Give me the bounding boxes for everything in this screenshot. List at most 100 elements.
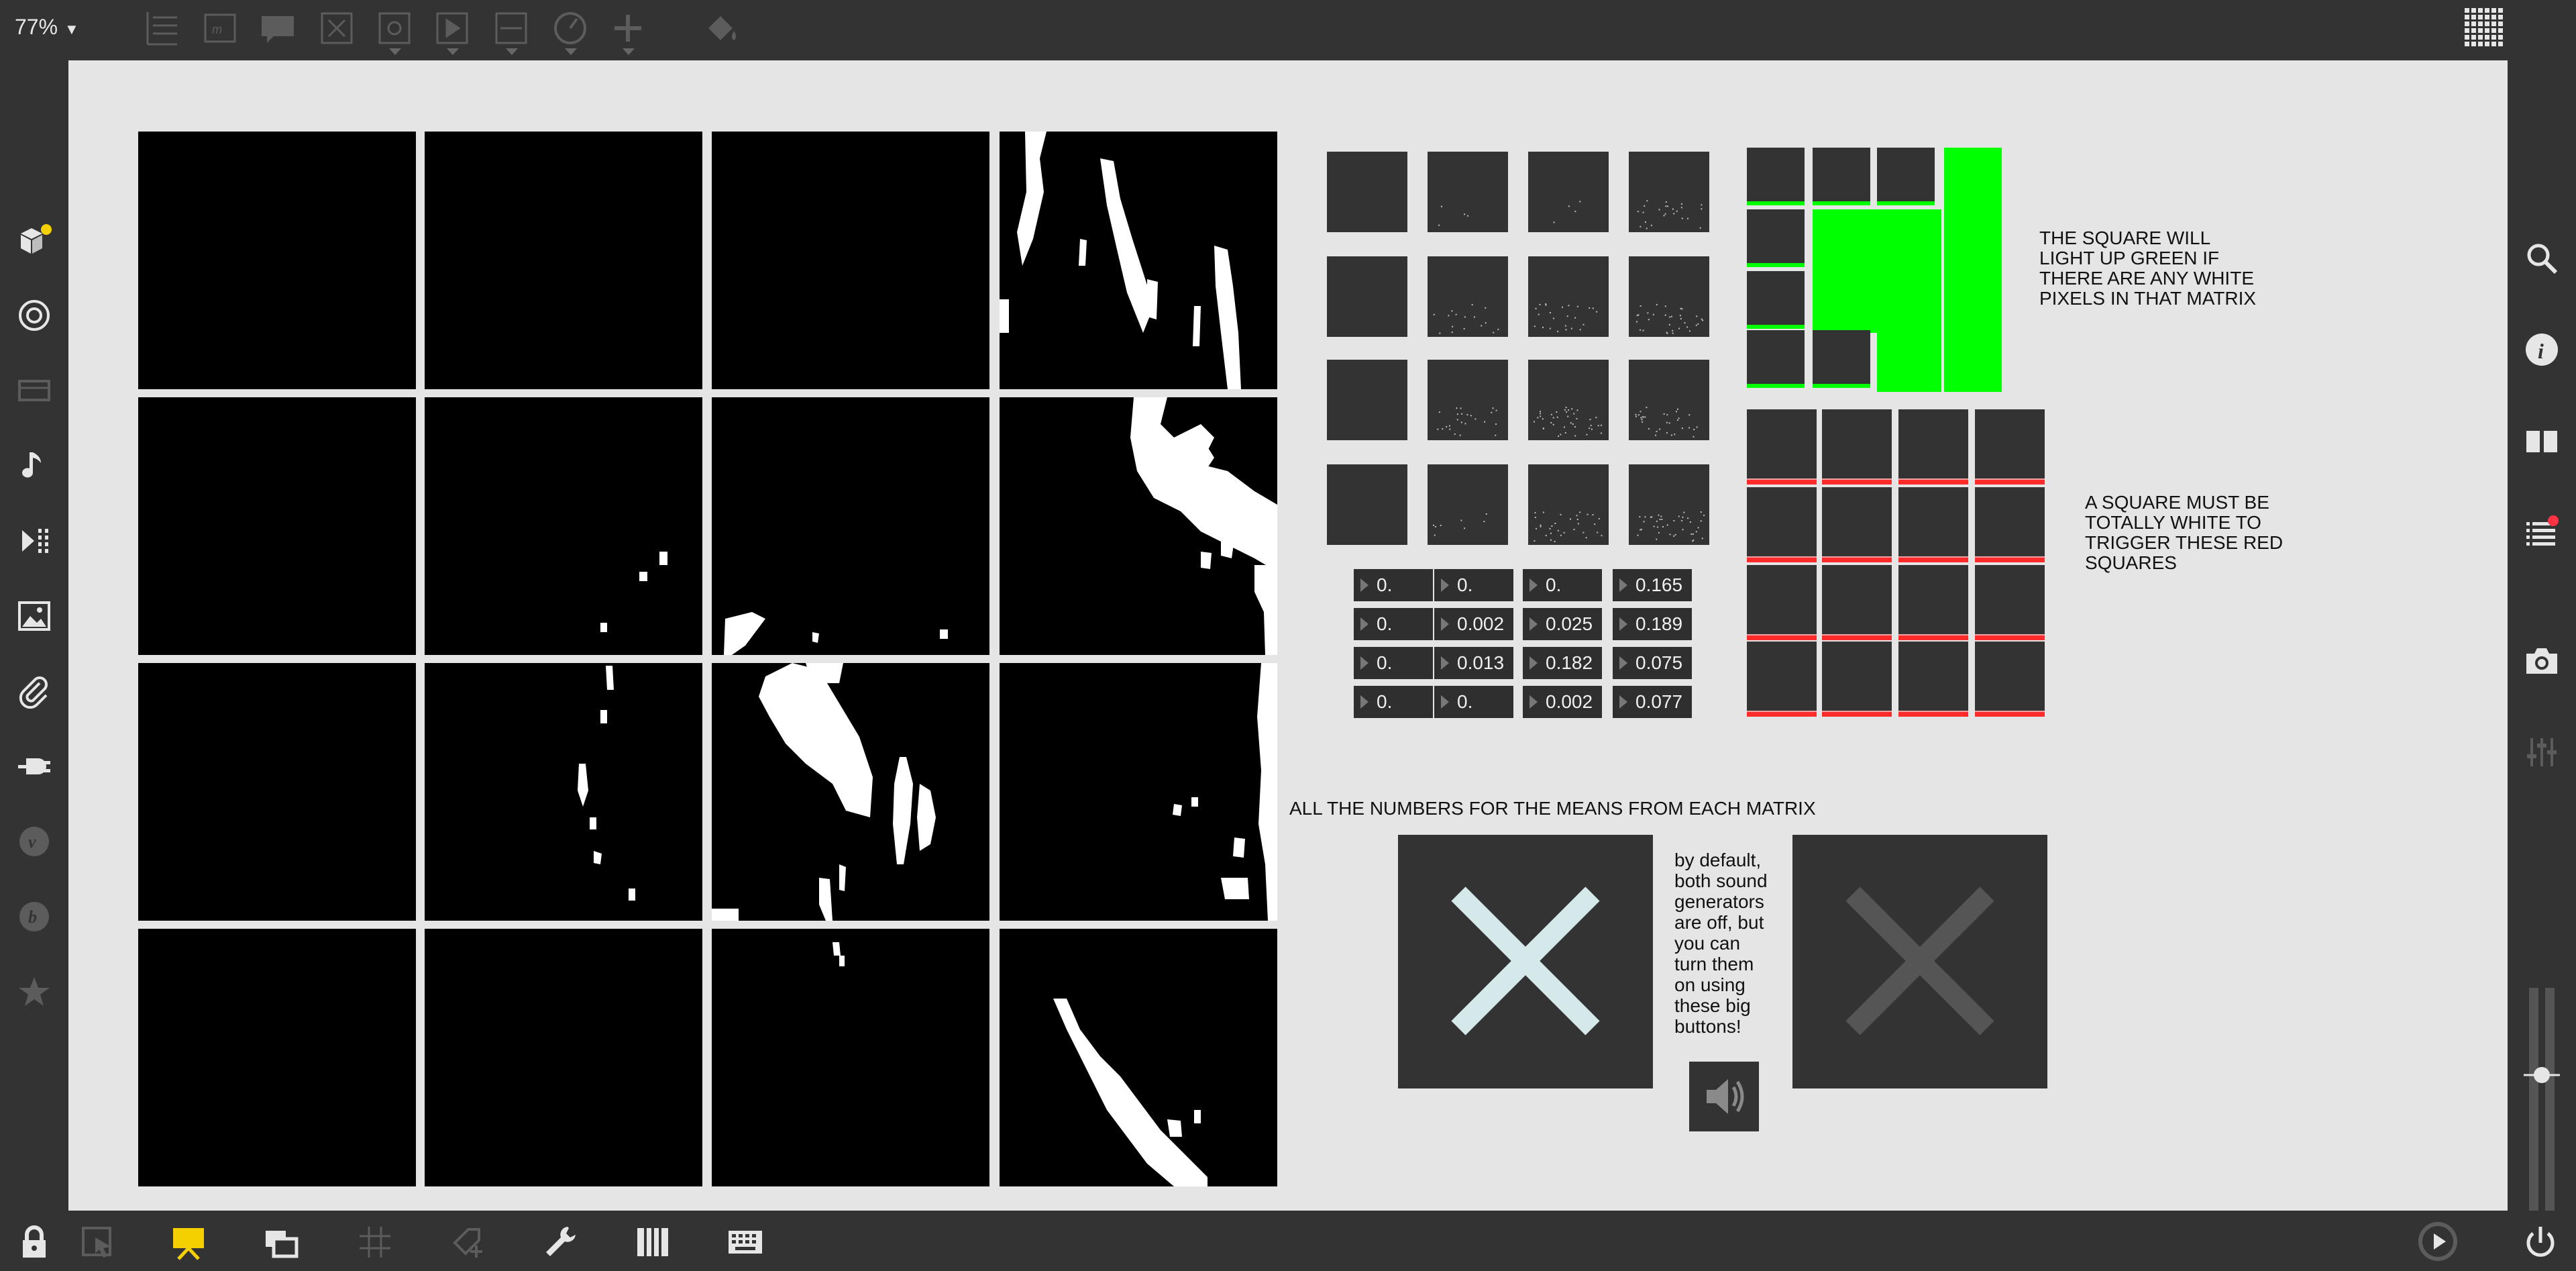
target-icon[interactable] bbox=[17, 298, 52, 333]
preview-matrix bbox=[1629, 256, 1709, 337]
dial-icon[interactable] bbox=[550, 8, 590, 48]
paperclip-icon[interactable] bbox=[17, 674, 52, 709]
green-indicator-lit bbox=[1877, 330, 1941, 392]
buttons-comment: by default, both sound generators are of… bbox=[1674, 850, 1768, 1037]
transport-icon[interactable] bbox=[2416, 1220, 2459, 1263]
means-comment: ALL THE NUMBERS FOR THE MEANS FROM EACH … bbox=[1289, 798, 1816, 819]
lock-icon[interactable] bbox=[15, 1223, 54, 1262]
plus-icon[interactable] bbox=[608, 8, 648, 48]
number-arrow-icon bbox=[1441, 656, 1449, 670]
package-icon[interactable]: b bbox=[17, 899, 52, 934]
star-icon[interactable] bbox=[17, 974, 52, 1009]
mean-number-box[interactable]: 0. bbox=[1434, 569, 1513, 601]
green-indicator-lit bbox=[1944, 148, 2002, 209]
piano-icon[interactable] bbox=[633, 1223, 672, 1262]
output-level-meter[interactable] bbox=[2524, 988, 2560, 1213]
red-indicator bbox=[1822, 642, 1892, 717]
chevron-down-icon[interactable] bbox=[389, 48, 401, 55]
keyboard-icon[interactable] bbox=[726, 1223, 765, 1262]
objects-cube-icon[interactable] bbox=[17, 223, 52, 258]
windows-icon[interactable] bbox=[262, 1223, 301, 1262]
comment-icon[interactable] bbox=[258, 8, 298, 48]
number-arrow-icon bbox=[1360, 695, 1368, 709]
green-indicator bbox=[1747, 148, 1805, 205]
power-icon[interactable] bbox=[2521, 1223, 2560, 1262]
music-note-icon[interactable] bbox=[17, 448, 52, 483]
mean-number-box[interactable]: 0.189 bbox=[1613, 608, 1692, 640]
search-icon[interactable] bbox=[2524, 240, 2560, 276]
camera-icon[interactable] bbox=[2524, 643, 2560, 679]
mean-number-box[interactable]: 0.182 bbox=[1523, 647, 1602, 679]
chevron-down-icon[interactable] bbox=[447, 48, 459, 55]
grid-icon[interactable] bbox=[356, 1223, 394, 1262]
message-box-icon[interactable]: m bbox=[200, 8, 240, 48]
mean-value: 0. bbox=[1377, 574, 1393, 595]
add-tag-icon[interactable] bbox=[448, 1223, 487, 1262]
mean-value: 0.025 bbox=[1546, 613, 1593, 634]
display-icon[interactable] bbox=[17, 373, 52, 408]
list-icon[interactable] bbox=[2524, 514, 2560, 550]
mixer-icon[interactable] bbox=[2524, 734, 2560, 770]
matrix-cell bbox=[1000, 132, 1277, 389]
patcher-canvas[interactable]: 0. 0. 0. 0.165 0. 0.002 0.025 0.189 0. 0.013 0.182… bbox=[68, 60, 2508, 1211]
number-arrow-icon bbox=[1360, 617, 1368, 631]
mean-number-box[interactable]: 0.013 bbox=[1434, 647, 1513, 679]
indicator-bar bbox=[1822, 712, 1892, 717]
mean-number-box[interactable]: 0.165 bbox=[1613, 569, 1692, 601]
chevron-down-icon[interactable] bbox=[565, 48, 577, 55]
book-icon[interactable] bbox=[2524, 423, 2560, 459]
mean-number-box[interactable]: 0. bbox=[1434, 686, 1513, 718]
grid-view-icon[interactable] bbox=[2462, 5, 2505, 48]
red-indicator bbox=[1822, 487, 1892, 562]
mean-number-box[interactable]: 0.002 bbox=[1434, 608, 1513, 640]
mean-number-box[interactable]: 0. bbox=[1354, 569, 1433, 601]
indicator-bar bbox=[1975, 480, 2045, 485]
plug-icon[interactable] bbox=[17, 749, 52, 784]
red-indicator bbox=[1747, 409, 1817, 485]
red-indicator bbox=[1898, 642, 1968, 717]
mean-number-box[interactable]: 0. bbox=[1354, 608, 1433, 640]
patcher-list-icon[interactable] bbox=[142, 8, 182, 48]
red-indicator bbox=[1975, 487, 2045, 562]
mean-number-box[interactable]: 0.075 bbox=[1613, 647, 1692, 679]
preview-matrix bbox=[1327, 360, 1407, 440]
red-indicator bbox=[1747, 487, 1817, 562]
mean-number-box[interactable]: 0. bbox=[1354, 647, 1433, 679]
mean-number-box[interactable]: 0. bbox=[1354, 686, 1433, 718]
red-indicator bbox=[1898, 565, 1968, 640]
audio-toggle-button[interactable] bbox=[1689, 1062, 1759, 1131]
zoom-dropdown[interactable]: 77% ▼ bbox=[15, 12, 79, 42]
green-indicator-lit bbox=[1877, 271, 1941, 333]
object-icon[interactable] bbox=[374, 8, 415, 48]
green-indicator-lit bbox=[1944, 330, 2002, 392]
number-arrow-icon bbox=[1441, 617, 1449, 631]
play-icon[interactable] bbox=[432, 8, 472, 48]
svg-text:i: i bbox=[2538, 339, 2544, 363]
sound-generator-2-toggle[interactable] bbox=[1792, 835, 2047, 1088]
sound-generator-1-toggle[interactable] bbox=[1398, 835, 1653, 1088]
matrix-cell bbox=[425, 132, 702, 389]
green-squares-comment: THE SQUARE WILL LIGHT UP GREEN IF THERE … bbox=[2039, 227, 2257, 309]
indicator-bar bbox=[1747, 201, 1805, 205]
select-arrow-icon[interactable] bbox=[78, 1223, 117, 1262]
wrench-icon[interactable] bbox=[541, 1223, 580, 1262]
indicator-bar bbox=[1822, 558, 1892, 562]
media-step-icon[interactable] bbox=[17, 523, 52, 558]
chevron-down-icon[interactable] bbox=[506, 48, 518, 55]
mean-value: 0. bbox=[1377, 652, 1393, 673]
paint-bucket-icon[interactable] bbox=[702, 8, 742, 48]
mean-number-box[interactable]: 0.025 bbox=[1523, 608, 1602, 640]
vimeo-icon[interactable]: v bbox=[17, 824, 52, 859]
number-arrow-icon bbox=[1529, 617, 1538, 631]
indicator-bar bbox=[1975, 558, 2045, 562]
presentation-icon[interactable] bbox=[169, 1223, 208, 1262]
mean-number-box[interactable]: 0.077 bbox=[1613, 686, 1692, 718]
info-icon[interactable]: i bbox=[2524, 332, 2560, 368]
mean-number-box[interactable]: 0. bbox=[1523, 569, 1602, 601]
mean-value: 0.077 bbox=[1635, 691, 1683, 712]
chevron-down-icon[interactable] bbox=[623, 48, 635, 55]
mean-number-box[interactable]: 0.002 bbox=[1523, 686, 1602, 718]
minus-box-icon[interactable] bbox=[491, 8, 531, 48]
image-icon[interactable] bbox=[17, 599, 52, 633]
toggle-x-icon[interactable] bbox=[317, 8, 357, 48]
